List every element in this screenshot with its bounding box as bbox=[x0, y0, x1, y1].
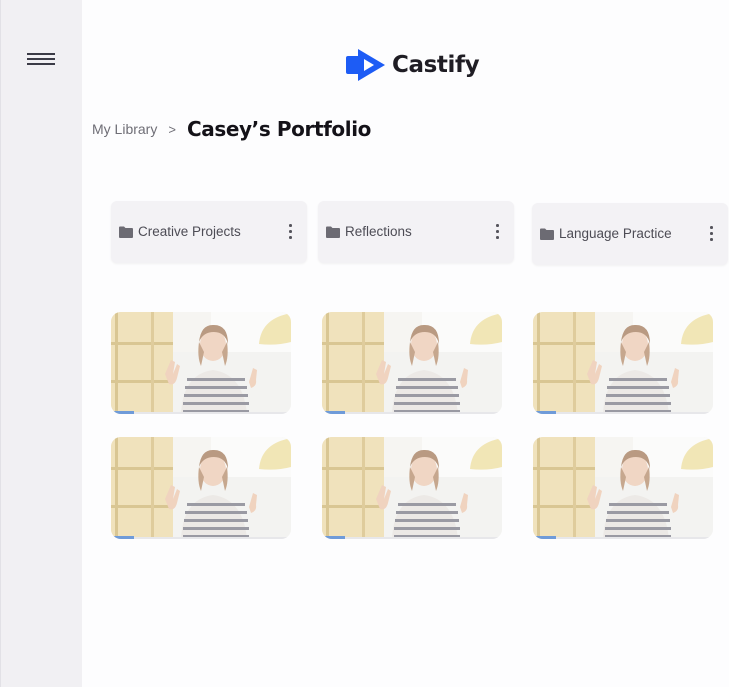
video-progress-bar bbox=[111, 411, 135, 414]
video-card[interactable] bbox=[322, 437, 502, 539]
breadcrumb-separator: > bbox=[168, 121, 176, 137]
more-options-icon[interactable] bbox=[703, 223, 719, 245]
hamburger-menu-icon[interactable] bbox=[27, 50, 57, 68]
woman-waving-thumbnail bbox=[533, 312, 713, 414]
folder-label: Reflections bbox=[345, 224, 412, 239]
woman-waving-thumbnail bbox=[111, 437, 291, 539]
folder-label: Creative Projects bbox=[138, 224, 241, 239]
video-progress-bar bbox=[533, 536, 557, 539]
video-progress-bar bbox=[111, 536, 135, 539]
folder-card-reflections[interactable]: Reflections bbox=[318, 201, 514, 263]
woman-waving-thumbnail bbox=[322, 437, 502, 539]
woman-waving-thumbnail bbox=[533, 437, 713, 539]
video-card[interactable] bbox=[322, 312, 502, 414]
folder-card-language-practice[interactable]: Language Practice bbox=[532, 203, 728, 265]
folder-card-creative-projects[interactable]: Creative Projects bbox=[111, 201, 307, 263]
video-card[interactable] bbox=[111, 312, 291, 414]
brand-logo[interactable]: Castify bbox=[346, 48, 480, 82]
folder-icon bbox=[119, 226, 133, 238]
app-window: Castify My Library > Casey’s Portfolio C… bbox=[0, 0, 729, 687]
breadcrumb: My Library > Casey’s Portfolio bbox=[92, 117, 371, 141]
video-progress-bar bbox=[533, 411, 557, 414]
video-card[interactable] bbox=[111, 437, 291, 539]
woman-waving-thumbnail bbox=[322, 312, 502, 414]
sidebar bbox=[0, 0, 82, 687]
brand-name: Castify bbox=[392, 52, 480, 78]
breadcrumb-my-library-link[interactable]: My Library bbox=[92, 121, 157, 137]
folder-label: Language Practice bbox=[559, 226, 672, 241]
folder-icon bbox=[540, 228, 554, 240]
folder-icon bbox=[326, 226, 340, 238]
page-title: Casey’s Portfolio bbox=[186, 117, 372, 141]
more-options-icon[interactable] bbox=[489, 221, 505, 243]
video-card[interactable] bbox=[533, 312, 713, 414]
video-progress-bar bbox=[322, 411, 346, 414]
woman-waving-thumbnail bbox=[111, 312, 291, 414]
video-card[interactable] bbox=[533, 437, 713, 539]
castify-logo-icon bbox=[346, 49, 385, 81]
video-progress-bar bbox=[322, 536, 346, 539]
more-options-icon[interactable] bbox=[282, 221, 298, 243]
